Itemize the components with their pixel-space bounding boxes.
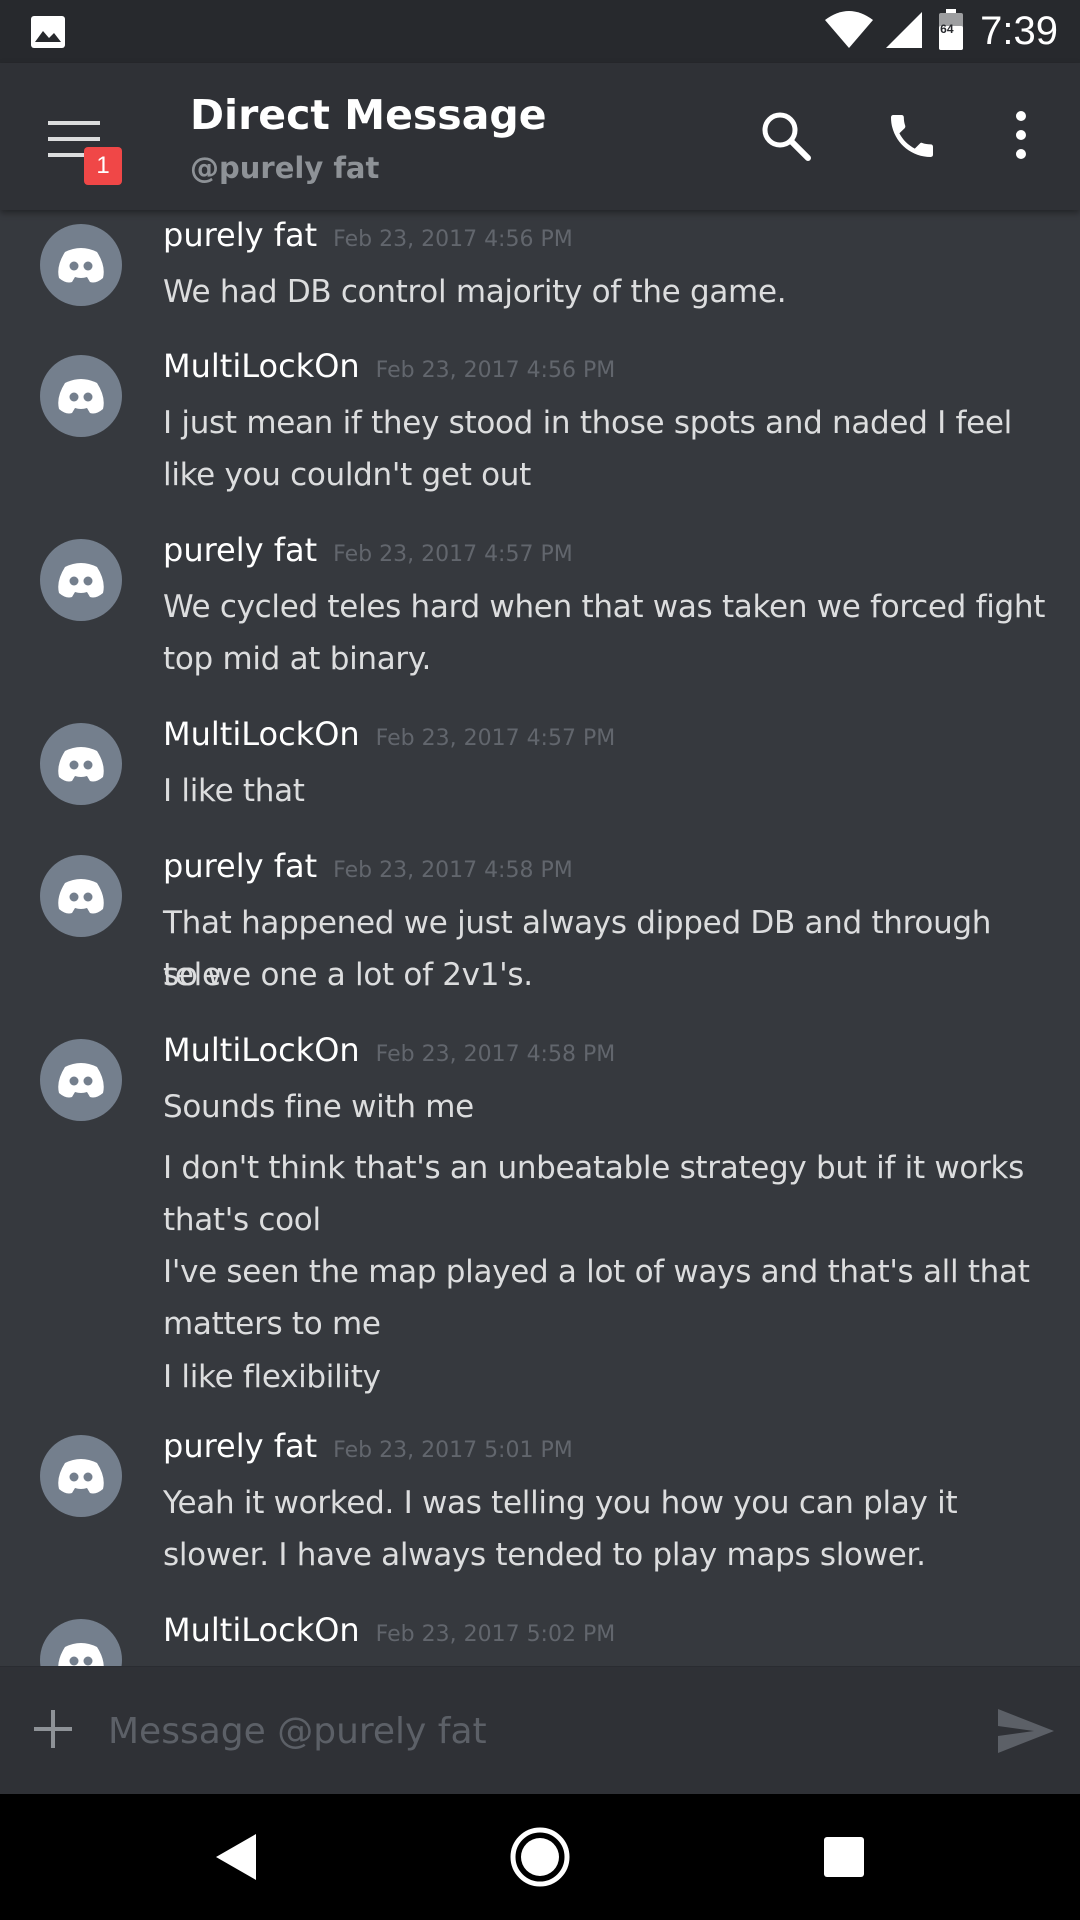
- plus-icon[interactable]: [32, 1708, 74, 1754]
- author-name[interactable]: MultiLockOn: [163, 347, 360, 385]
- author-name[interactable]: MultiLockOn: [163, 1031, 360, 1069]
- avatar[interactable]: [40, 1435, 122, 1517]
- author-line: MultiLockOn Feb 23, 2017 4:58 PM: [163, 1031, 615, 1069]
- message-text[interactable]: I've seen the map played a lot of ways a…: [163, 1246, 1058, 1298]
- avatar[interactable]: [40, 855, 122, 937]
- send-icon[interactable]: [996, 1707, 1056, 1759]
- system-nav-bar: [0, 1794, 1080, 1920]
- header: 1 Direct Message @purely fat: [0, 63, 1080, 210]
- cell-signal-icon: [884, 10, 924, 54]
- battery-level: 64: [940, 21, 954, 36]
- menu-button[interactable]: 1: [38, 103, 128, 185]
- message-text[interactable]: matters to me: [163, 1298, 1058, 1350]
- phone-icon[interactable]: [884, 108, 940, 168]
- message-text[interactable]: I don't think that's an unbeatable strat…: [163, 1142, 1058, 1194]
- avatar[interactable]: [40, 1039, 122, 1121]
- notification-badge: 1: [84, 147, 122, 185]
- back-icon[interactable]: [214, 1832, 258, 1886]
- message-text[interactable]: Sounds fine with me: [163, 1081, 1058, 1133]
- discord-logo-icon: [58, 879, 104, 914]
- message-timestamp: Feb 23, 2017 4:56 PM: [333, 227, 573, 252]
- message-text[interactable]: that's cool: [163, 1194, 1058, 1246]
- message-text[interactable]: so we one a lot of 2v1's.: [163, 949, 1058, 1001]
- message-timestamp: Feb 23, 2017 4:58 PM: [333, 858, 573, 883]
- page-subtitle: @purely fat: [190, 151, 380, 185]
- author-line: purely fat Feb 23, 2017 4:58 PM: [163, 847, 573, 885]
- message-list[interactable]: purely fat Feb 23, 2017 4:56 PM We had D…: [0, 210, 1080, 1666]
- discord-logo-icon: [58, 1643, 104, 1666]
- message-text[interactable]: We cycled teles hard when that was taken…: [163, 581, 1058, 633]
- discord-logo-icon: [58, 248, 104, 283]
- avatar[interactable]: [40, 1619, 122, 1666]
- search-icon[interactable]: [758, 108, 814, 168]
- home-icon[interactable]: [509, 1826, 571, 1892]
- more-vertical-icon[interactable]: [1008, 108, 1034, 168]
- discord-logo-icon: [58, 379, 104, 414]
- message-text[interactable]: slower. I have always tended to play map…: [163, 1529, 1058, 1581]
- message-timestamp: Feb 23, 2017 4:57 PM: [333, 542, 573, 567]
- message-text[interactable]: I like that: [163, 765, 1058, 817]
- message-input[interactable]: [106, 1695, 966, 1767]
- image-icon: [30, 15, 66, 53]
- message-text[interactable]: I just mean if they stood in those spots…: [163, 397, 1058, 449]
- status-time: 7:39: [980, 9, 1058, 53]
- message-timestamp: Feb 23, 2017 4:57 PM: [375, 726, 616, 751]
- page-title: Direct Message: [190, 91, 547, 139]
- message-text[interactable]: top mid at binary.: [163, 633, 1058, 685]
- message-timestamp: Feb 23, 2017 5:02 PM: [375, 1622, 616, 1647]
- message-text[interactable]: like you couldn't get out: [163, 449, 1058, 501]
- discord-logo-icon: [58, 563, 104, 598]
- recents-icon[interactable]: [823, 1836, 865, 1882]
- message-timestamp: Feb 23, 2017 5:01 PM: [333, 1438, 573, 1463]
- message-text[interactable]: I like flexibility: [163, 1351, 1058, 1403]
- message-composer: [0, 1666, 1080, 1794]
- discord-logo-icon: [58, 1063, 104, 1098]
- status-bar: 64 7:39: [0, 0, 1080, 63]
- message-text[interactable]: Yeah it worked. I was telling you how yo…: [163, 1477, 1058, 1529]
- message-timestamp: Feb 23, 2017 4:56 PM: [375, 358, 616, 383]
- author-name[interactable]: purely fat: [163, 531, 317, 569]
- author-line: MultiLockOn Feb 23, 2017 4:56 PM: [163, 347, 615, 385]
- avatar[interactable]: [40, 355, 122, 437]
- author-name[interactable]: purely fat: [163, 847, 317, 885]
- wifi-icon: [824, 10, 874, 54]
- author-line: MultiLockOn Feb 23, 2017 4:57 PM: [163, 715, 615, 753]
- author-name[interactable]: purely fat: [163, 216, 317, 254]
- author-name[interactable]: MultiLockOn: [163, 715, 360, 753]
- author-line: purely fat Feb 23, 2017 4:57 PM: [163, 531, 573, 569]
- discord-logo-icon: [58, 1459, 104, 1494]
- message-text[interactable]: We had DB control majority of the game.: [163, 266, 1058, 318]
- battery-icon: 64: [938, 8, 964, 55]
- discord-logo-icon: [58, 747, 104, 782]
- avatar[interactable]: [40, 224, 122, 306]
- author-line: MultiLockOn Feb 23, 2017 5:02 PM: [163, 1611, 615, 1649]
- author-name[interactable]: purely fat: [163, 1427, 317, 1465]
- avatar[interactable]: [40, 539, 122, 621]
- author-line: purely fat Feb 23, 2017 5:01 PM: [163, 1427, 573, 1465]
- message-timestamp: Feb 23, 2017 4:58 PM: [375, 1042, 616, 1067]
- author-name[interactable]: MultiLockOn: [163, 1611, 360, 1649]
- author-line: purely fat Feb 23, 2017 4:56 PM: [163, 216, 573, 254]
- avatar[interactable]: [40, 723, 122, 805]
